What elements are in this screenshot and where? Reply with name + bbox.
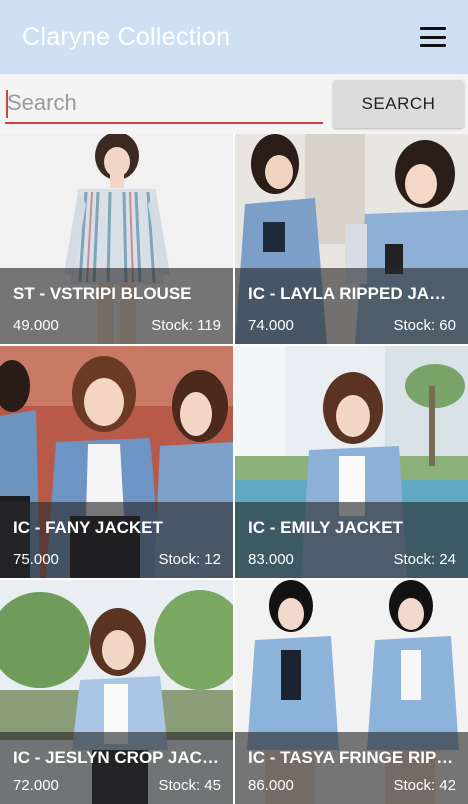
- product-info-overlay: IC - LAYLA RIPPED JACKET 74.000 Stock: 6…: [235, 268, 468, 344]
- product-info-overlay: IC - FANY JACKET 75.000 Stock: 12: [0, 502, 233, 578]
- search-button[interactable]: SEARCH: [333, 80, 464, 128]
- product-card[interactable]: IC - JESLYN CROP JACKET 72.000 Stock: 45: [0, 580, 233, 804]
- product-stock: Stock: 24: [393, 551, 456, 568]
- product-stock: Stock: 12: [158, 551, 221, 568]
- product-card[interactable]: IC - LAYLA RIPPED JACKET 74.000 Stock: 6…: [235, 134, 468, 344]
- menu-line: [420, 27, 446, 30]
- search-field-container: [5, 84, 323, 124]
- product-name: ST - VSTRIPI BLOUSE: [13, 284, 192, 303]
- product-name: IC - EMILY JACKET: [248, 518, 403, 537]
- product-info-overlay: IC - TASYA FRINGE RIPPED JACKET 86.000 S…: [235, 732, 468, 804]
- product-card[interactable]: IC - TASYA FRINGE RIPPED JACKET 86.000 S…: [235, 580, 468, 804]
- product-price: 75.000: [13, 551, 59, 568]
- product-price: 49.000: [13, 317, 59, 334]
- product-stock: Stock: 60: [393, 317, 456, 334]
- app-title: Claryne Collection: [22, 22, 231, 51]
- product-grid: ST - VSTRIPI BLOUSE 49.000 Stock: 119 IC…: [0, 134, 468, 804]
- product-name: IC - LAYLA RIPPED JACKET: [248, 284, 456, 303]
- product-name: IC - FANY JACKET: [13, 518, 163, 537]
- app-bar: Claryne Collection: [0, 0, 468, 74]
- product-card[interactable]: IC - FANY JACKET 75.000 Stock: 12: [0, 346, 233, 578]
- product-price: 74.000: [248, 317, 294, 334]
- product-card[interactable]: IC - EMILY JACKET 83.000 Stock: 24: [235, 346, 468, 578]
- product-price: 83.000: [248, 551, 294, 568]
- product-card[interactable]: ST - VSTRIPI BLOUSE 49.000 Stock: 119: [0, 134, 233, 344]
- product-name: IC - JESLYN CROP JACKET: [13, 748, 221, 767]
- product-stock: Stock: 119: [151, 317, 221, 334]
- product-info-overlay: ST - VSTRIPI BLOUSE 49.000 Stock: 119: [0, 268, 233, 344]
- menu-line: [420, 35, 446, 39]
- product-info-overlay: IC - EMILY JACKET 83.000 Stock: 24: [235, 502, 468, 578]
- hamburger-menu-icon[interactable]: [420, 27, 446, 47]
- product-price: 86.000: [248, 777, 294, 794]
- text-cursor: [6, 90, 8, 118]
- search-input[interactable]: [5, 84, 323, 122]
- product-name: IC - TASYA FRINGE RIPPED JACKET: [248, 748, 456, 767]
- product-stock: Stock: 42: [393, 777, 456, 794]
- product-price: 72.000: [13, 777, 59, 794]
- menu-line: [420, 44, 446, 47]
- search-bar: SEARCH: [0, 74, 468, 134]
- product-info-overlay: IC - JESLYN CROP JACKET 72.000 Stock: 45: [0, 732, 233, 804]
- product-stock: Stock: 45: [158, 777, 221, 794]
